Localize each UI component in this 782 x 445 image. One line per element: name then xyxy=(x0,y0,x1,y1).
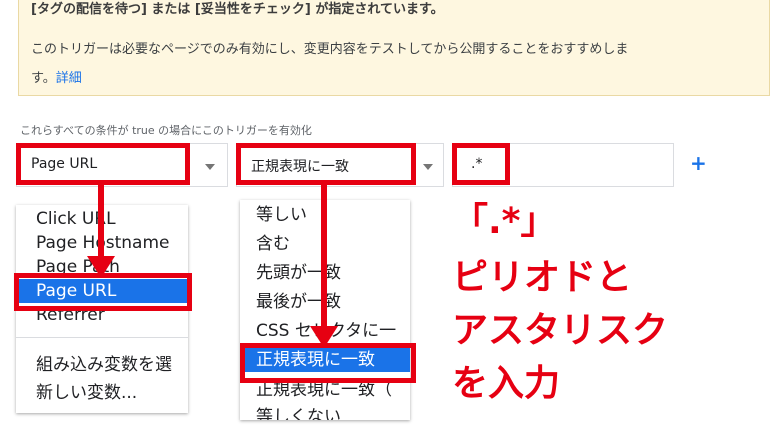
arrow-down-icon xyxy=(87,256,115,278)
annotation-line-2: ピリオドと xyxy=(452,257,633,298)
annotation-line-1: 「.*」 xyxy=(452,201,557,242)
arrow-shaft-left xyxy=(98,185,104,259)
arrow-shaft-right xyxy=(321,185,327,329)
annotation-arrows xyxy=(87,185,338,348)
annotation-line-4: を入力 xyxy=(452,363,561,404)
annotation-line-3: アスタリスク xyxy=(452,310,669,351)
arrow-down-icon xyxy=(310,326,338,348)
